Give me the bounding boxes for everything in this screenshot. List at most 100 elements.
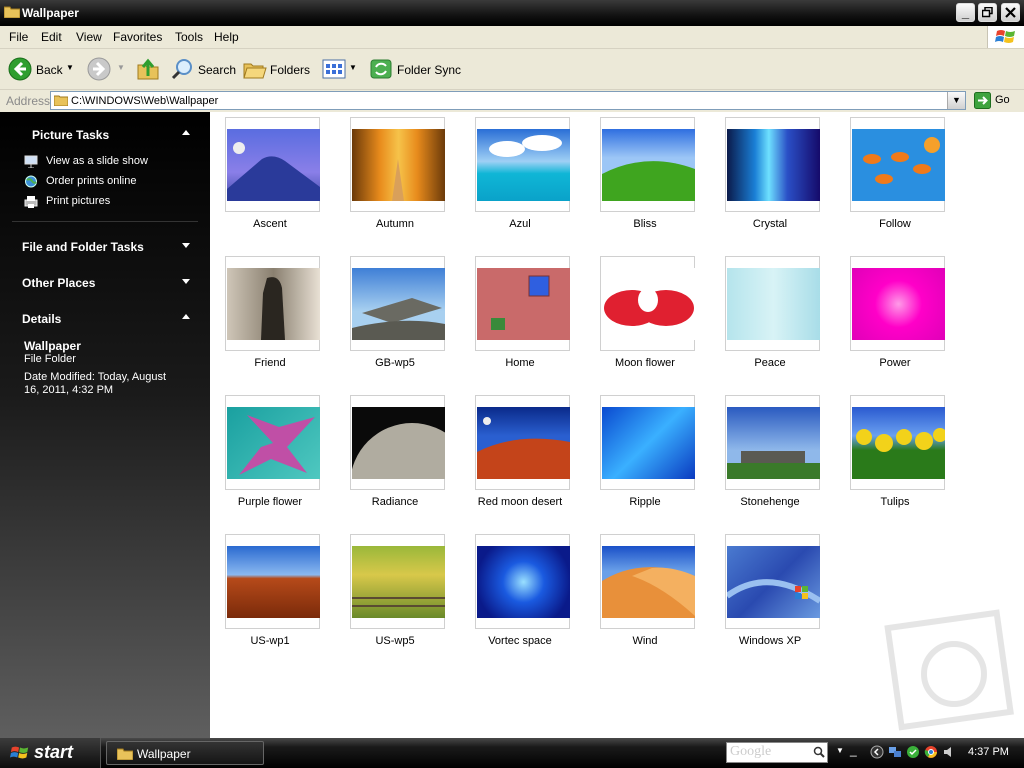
thumbnail-moon-flower[interactable] — [600, 256, 695, 351]
picture-tasks-header[interactable]: Picture Tasks — [32, 128, 109, 142]
file-label[interactable]: Follow — [835, 218, 955, 230]
up-folder-button[interactable] — [136, 57, 160, 81]
address-value: C:\WINDOWS\Web\Wallpaper — [71, 95, 219, 107]
thumbnail-radiance[interactable] — [350, 395, 445, 490]
minimize-button[interactable]: _ — [956, 3, 975, 22]
thumbnail-purple-flower[interactable] — [225, 395, 320, 490]
tulips-image — [852, 407, 945, 479]
file-label[interactable]: Vortec space — [460, 635, 580, 647]
file-label[interactable]: Stonehenge — [710, 496, 830, 508]
close-button[interactable] — [1001, 3, 1020, 22]
search-button[interactable]: Search — [170, 57, 236, 81]
start-button[interactable]: start — [0, 738, 101, 768]
file-label[interactable]: Tulips — [835, 496, 955, 508]
thumbnail-autumn[interactable] — [350, 117, 445, 212]
thumbnail-vortec-space[interactable] — [475, 534, 570, 629]
menu-edit[interactable]: Edit — [41, 30, 62, 44]
title-bar[interactable]: Wallpaper _ — [0, 0, 1024, 26]
file-label[interactable]: Wind — [585, 635, 705, 647]
friend-image — [227, 268, 320, 340]
thumbnail-peace[interactable] — [725, 256, 820, 351]
thumbnail-ripple[interactable] — [600, 395, 695, 490]
thumbnail-ascent[interactable] — [225, 117, 320, 212]
file-label[interactable]: Crystal — [710, 218, 830, 230]
thumbnail-stonehenge[interactable] — [725, 395, 820, 490]
file-label[interactable]: Azul — [460, 218, 580, 230]
collapse-chevron-icon[interactable] — [182, 314, 190, 319]
file-label[interactable]: Home — [460, 357, 580, 369]
go-button[interactable]: Go — [972, 91, 1022, 110]
chrome-icon[interactable] — [924, 745, 938, 759]
file-label[interactable]: Ripple — [585, 496, 705, 508]
folder-sync-button[interactable]: Folder Sync — [369, 57, 465, 81]
file-label[interactable]: Autumn — [335, 218, 455, 230]
thumbnail-bliss[interactable] — [600, 117, 695, 212]
network-icon[interactable] — [888, 745, 902, 759]
back-dropdown-icon[interactable]: ▼ — [66, 63, 74, 72]
file-label[interactable]: US-wp5 — [335, 635, 455, 647]
restore-button[interactable] — [978, 3, 997, 22]
menu-bar: File Edit View Favorites Tools Help — [0, 26, 1024, 49]
speaker-icon[interactable] — [942, 745, 956, 759]
file-label[interactable]: Windows XP — [710, 635, 830, 647]
peace-image — [727, 268, 820, 340]
thumbnail-gb-wp5[interactable] — [350, 256, 445, 351]
thumbnail-crystal[interactable] — [725, 117, 820, 212]
forward-dropdown-icon[interactable]: ▼ — [117, 63, 125, 72]
minimize-tray-icon[interactable]: _ — [850, 743, 857, 757]
search-icon[interactable] — [813, 746, 825, 758]
file-label[interactable]: Radiance — [335, 496, 455, 508]
thumbnail-power[interactable] — [850, 256, 945, 351]
back-button[interactable]: Back ▼ — [8, 57, 78, 81]
menu-favorites[interactable]: Favorites — [113, 30, 162, 44]
file-folder-tasks-header[interactable]: File and Folder Tasks — [22, 240, 144, 254]
thumbnail-wind[interactable] — [600, 534, 695, 629]
file-label[interactable]: Purple flower — [210, 496, 330, 508]
file-label[interactable]: Moon flower — [585, 357, 705, 369]
forward-button[interactable]: ▼ — [87, 57, 127, 81]
menu-file[interactable]: File — [9, 30, 28, 44]
thumbnail-windows-xp[interactable] — [725, 534, 820, 629]
menu-help[interactable]: Help — [214, 30, 239, 44]
tray-dropdown-icon[interactable]: ▼ — [836, 746, 844, 755]
menu-tools[interactable]: Tools — [175, 30, 203, 44]
thumbnail-follow[interactable] — [850, 117, 945, 212]
menu-view[interactable]: View — [76, 30, 102, 44]
task-label: Print pictures — [46, 195, 111, 207]
file-label[interactable]: Ascent — [210, 218, 330, 230]
security-shield-icon[interactable] — [906, 745, 920, 759]
back-nav-tray-icon[interactable] — [870, 745, 884, 759]
google-search-box[interactable]: Google — [726, 742, 828, 763]
expand-chevron-icon[interactable] — [182, 243, 190, 248]
follow-image — [852, 129, 945, 201]
thumbnail-friend[interactable] — [225, 256, 320, 351]
other-places-header[interactable]: Other Places — [22, 276, 95, 290]
file-label[interactable]: Bliss — [585, 218, 705, 230]
thumbnail-us-wp5[interactable] — [350, 534, 445, 629]
details-type: File Folder — [24, 353, 76, 365]
details-header[interactable]: Details — [22, 312, 61, 326]
collapse-chevron-icon[interactable] — [182, 130, 190, 135]
file-label[interactable]: Friend — [210, 357, 330, 369]
thumbnail-azul[interactable] — [475, 117, 570, 212]
bliss-image — [602, 129, 695, 201]
file-label[interactable]: GB-wp5 — [335, 357, 455, 369]
file-label[interactable]: Power — [835, 357, 955, 369]
folders-button[interactable]: Folders — [243, 57, 310, 81]
file-label[interactable]: Peace — [710, 357, 830, 369]
views-button[interactable]: ▼ — [322, 57, 358, 81]
thumbnail-red-moon-desert[interactable] — [475, 395, 570, 490]
thumbnail-tulips[interactable] — [850, 395, 945, 490]
address-dropdown-icon[interactable]: ▼ — [947, 92, 965, 109]
red-moon-desert-image — [477, 407, 570, 479]
file-label[interactable]: Red moon desert — [460, 496, 580, 508]
thumbnail-us-wp1[interactable] — [225, 534, 320, 629]
address-input[interactable]: C:\WINDOWS\Web\Wallpaper ▼ — [50, 91, 966, 110]
thumbnail-home[interactable] — [475, 256, 570, 351]
toolbar: Back ▼ ▼ Search Folders ▼ Folder Sync — [0, 49, 1024, 90]
clock[interactable]: 4:37 PM — [968, 746, 1009, 758]
views-dropdown-icon[interactable]: ▼ — [349, 63, 357, 72]
taskbar-item-wallpaper[interactable]: Wallpaper — [106, 741, 264, 765]
file-label[interactable]: US-wp1 — [210, 635, 330, 647]
expand-chevron-icon[interactable] — [182, 279, 190, 284]
